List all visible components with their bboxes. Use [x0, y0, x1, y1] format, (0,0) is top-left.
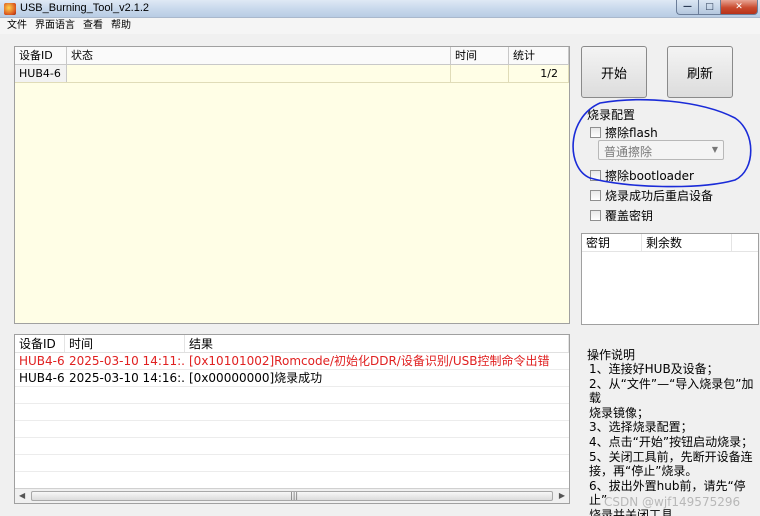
menu-bar: 文件 界面语言 查看 帮助: [0, 18, 760, 34]
menu-view[interactable]: 查看: [80, 18, 106, 34]
col-time[interactable]: 时间: [451, 47, 509, 64]
col-device-id[interactable]: 设备ID: [15, 47, 67, 64]
log-row[interactable]: HUB4-6 2025-03-10 14:11:... [0x10101002]…: [15, 353, 569, 370]
erase-bootloader-label: 擦除bootloader: [605, 169, 694, 183]
erase-bootloader-checkbox[interactable]: 擦除bootloader: [590, 167, 694, 184]
grip-icon: |||: [290, 491, 299, 500]
log-col-device-id[interactable]: 设备ID: [15, 335, 65, 352]
window-title: USB_Burning_Tool_v2.1.2: [20, 2, 150, 14]
close-button[interactable]: ✕: [720, 0, 758, 15]
erase-mode-select[interactable]: 普通擦除 ▼: [598, 140, 724, 160]
instruction-line: 烧录镜像；: [589, 405, 650, 420]
chevron-down-icon: ▼: [711, 145, 718, 154]
log-empty-row: [15, 387, 569, 404]
instruction-line: 5、关闭工具前，先断开设备连: [589, 449, 753, 464]
instruction-line: 3、选择烧录配置；: [589, 420, 693, 435]
col-stat[interactable]: 统计: [509, 47, 569, 64]
menu-help[interactable]: 帮助: [108, 18, 134, 34]
minimize-button[interactable]: —: [676, 0, 698, 15]
col-status[interactable]: 状态: [67, 47, 451, 64]
device-row[interactable]: HUB4-6 1/2: [15, 65, 569, 83]
checkbox-icon: [590, 210, 601, 221]
overwrite-key-label: 覆盖密钥: [605, 209, 654, 223]
horizontal-scrollbar[interactable]: ◀ ||| ▶: [15, 488, 569, 503]
log-device-id: HUB4-6: [19, 371, 65, 385]
key-table-header: 密钥 剩余数: [582, 234, 758, 252]
maximize-icon: □: [705, 2, 714, 12]
title-bar[interactable]: USB_Burning_Tool_v2.1.2 — □ ✕: [0, 0, 760, 18]
instructions-title: 操作说明: [587, 348, 636, 362]
device-grid-header: 设备ID 状态 时间 统计: [15, 47, 569, 65]
log-result: [0x10101002]Romcode/初始化DDR/设备识别/USB控制命令出…: [189, 354, 550, 368]
window-controls: — □ ✕: [676, 0, 758, 16]
device-stat-cell: 1/2: [509, 65, 569, 82]
overwrite-key-checkbox[interactable]: 覆盖密钥: [590, 207, 653, 224]
refresh-button[interactable]: 刷新: [667, 46, 733, 98]
menu-file[interactable]: 文件: [4, 18, 30, 34]
checkbox-icon: [590, 170, 601, 181]
close-icon: ✕: [735, 2, 743, 12]
instructions-panel: 操作说明 1、连接好HUB及设备； 2、从“文件”—“导入烧录包”加载 烧录镜像…: [581, 334, 759, 516]
log-empty-row: [15, 455, 569, 472]
checkbox-icon: [590, 190, 601, 201]
instructions-list: 1、连接好HUB及设备； 2、从“文件”—“导入烧录包”加载 烧录镜像； 3、选…: [589, 362, 760, 516]
instruction-line: 接，再“停止”烧录。: [589, 464, 698, 479]
scroll-left-icon[interactable]: ◀: [19, 491, 25, 500]
col-remaining[interactable]: 剩余数: [642, 234, 732, 251]
instruction-line: 2、从“文件”—“导入烧录包”加载: [589, 376, 754, 406]
start-button[interactable]: 开始: [581, 46, 647, 98]
log-empty-row: [15, 472, 569, 489]
burn-config-title: 烧录配置: [587, 108, 636, 122]
log-table[interactable]: 设备ID 时间 结果 HUB4-6 2025-03-10 14:11:... […: [14, 334, 570, 504]
log-time: 2025-03-10 14:11:...: [69, 354, 185, 368]
instruction-line: 烧录并关闭工具。: [589, 507, 686, 516]
col-key[interactable]: 密钥: [582, 234, 642, 251]
scroll-right-icon[interactable]: ▶: [559, 491, 565, 500]
reboot-after-checkbox[interactable]: 烧录成功后重启设备: [590, 187, 713, 204]
reboot-after-label: 烧录成功后重启设备: [605, 189, 714, 203]
menu-language[interactable]: 界面语言: [32, 18, 78, 34]
log-row[interactable]: HUB4-6 2025-03-10 14:16:... [0x00000000]…: [15, 370, 569, 387]
log-device-id: HUB4-6: [19, 354, 65, 368]
maximize-button[interactable]: □: [698, 0, 720, 15]
minimize-icon: —: [683, 2, 692, 12]
scroll-thumb[interactable]: |||: [31, 491, 553, 501]
log-col-time[interactable]: 时间: [65, 335, 185, 352]
log-time: 2025-03-10 14:16:...: [69, 371, 185, 385]
log-empty-row: [15, 438, 569, 455]
device-grid[interactable]: 设备ID 状态 时间 统计 HUB4-6 1/2: [14, 46, 570, 324]
app-icon: [4, 3, 16, 15]
instruction-line: 4、点击“开始”按钮启动烧录；: [589, 434, 754, 449]
watermark: CSDN @wjf149575296: [604, 495, 741, 509]
log-col-result[interactable]: 结果: [185, 335, 569, 352]
key-table[interactable]: 密钥 剩余数: [581, 233, 759, 325]
checkbox-icon: [590, 127, 601, 138]
log-header: 设备ID 时间 结果: [15, 335, 569, 353]
log-empty-row: [15, 421, 569, 438]
instruction-line: 1、连接好HUB及设备；: [589, 362, 719, 376]
log-result: [0x00000000]烧录成功: [189, 371, 323, 385]
erase-flash-label: 擦除flash: [605, 126, 658, 140]
device-status-cell: [67, 65, 451, 82]
device-id-cell: HUB4-6: [15, 65, 67, 82]
log-empty-row: [15, 404, 569, 421]
device-time-cell: [451, 65, 509, 82]
erase-mode-value: 普通擦除: [604, 145, 653, 159]
erase-flash-checkbox[interactable]: 擦除flash: [590, 124, 658, 141]
